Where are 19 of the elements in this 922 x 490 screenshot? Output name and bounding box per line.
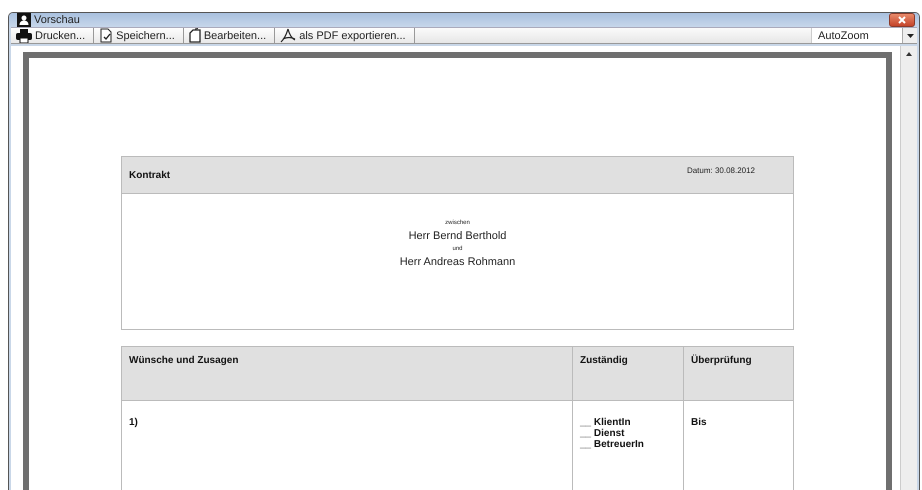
document-icon bbox=[188, 28, 201, 43]
column-header: Zuständig bbox=[572, 346, 684, 400]
printer-icon bbox=[16, 28, 32, 42]
party-name: Herr Bernd Berthold bbox=[408, 230, 506, 242]
window-title: Vorschau bbox=[34, 14, 80, 26]
column-header: Überprüfung bbox=[684, 346, 794, 400]
pdf-icon bbox=[280, 28, 296, 43]
contract-date: Datum: 30.08.2012 bbox=[686, 165, 755, 177]
scrollbar[interactable] bbox=[900, 46, 917, 490]
zoom-dropdown[interactable]: AutoZoom bbox=[811, 28, 902, 43]
table-cell: 1) bbox=[122, 400, 572, 490]
column-header: Wünsche und Zusagen bbox=[122, 346, 572, 400]
close-button[interactable] bbox=[889, 13, 915, 27]
party-name: Herr Andreas Rohmann bbox=[400, 256, 516, 268]
app-icon bbox=[17, 13, 31, 27]
contract-title: Kontrakt bbox=[129, 170, 170, 180]
caret-icon[interactable] bbox=[906, 52, 912, 56]
document-check-icon bbox=[99, 28, 114, 43]
close-icon[interactable] bbox=[898, 16, 906, 24]
